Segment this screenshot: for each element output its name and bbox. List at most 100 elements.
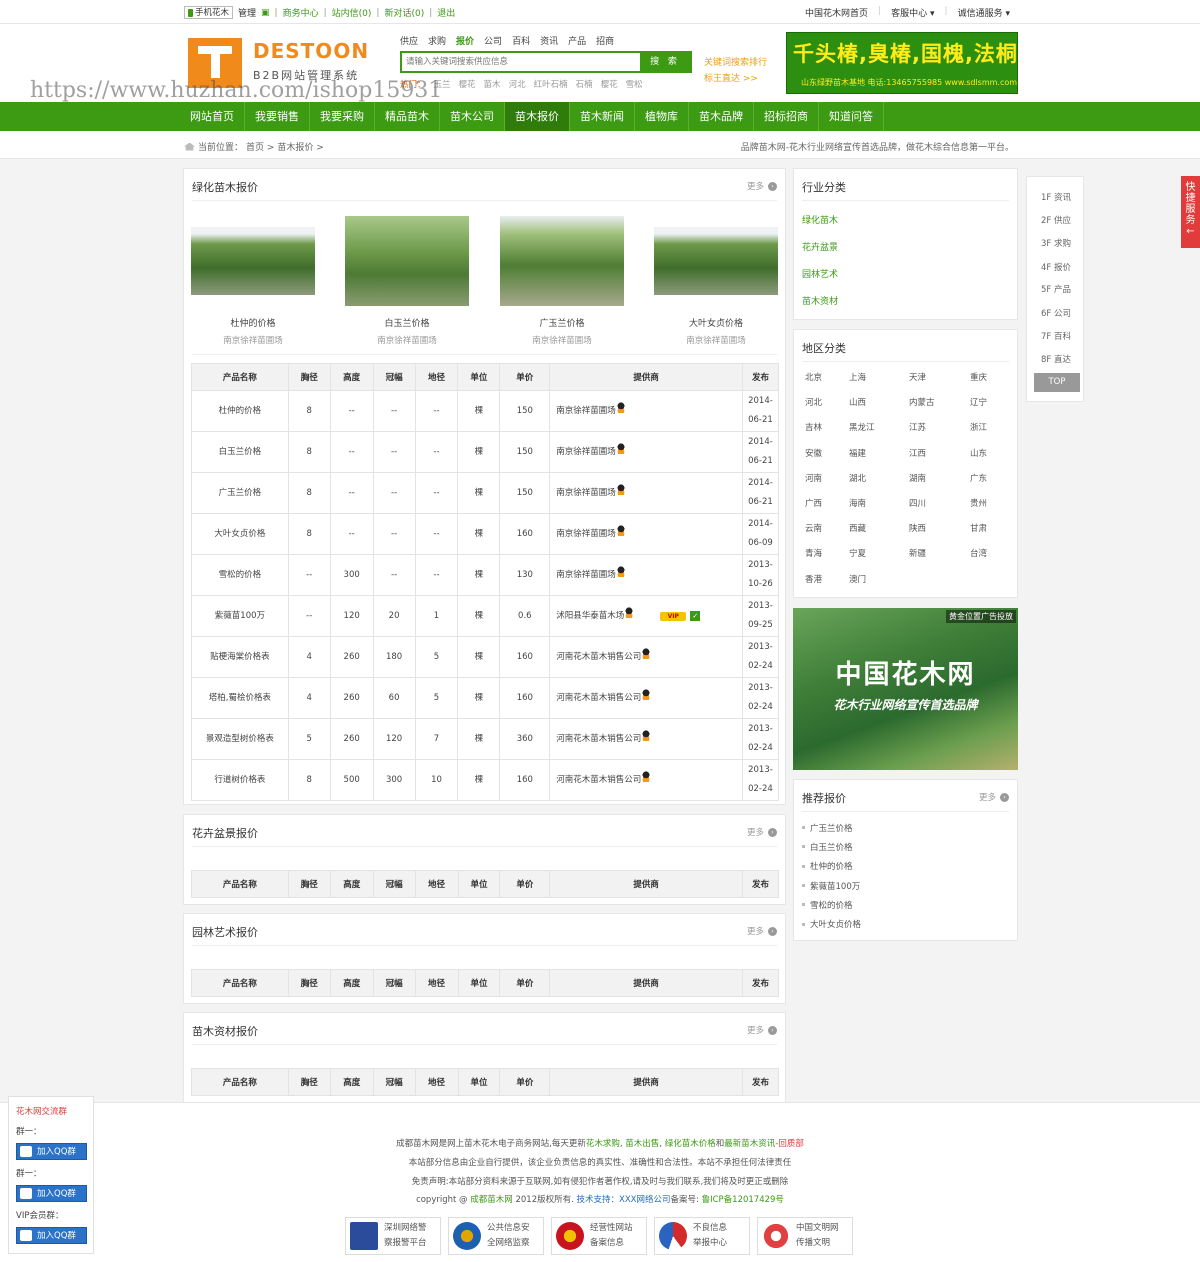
nav-item[interactable]: 苗木新闻 (570, 102, 635, 131)
search-button[interactable]: 搜 索 (640, 53, 690, 71)
region-link[interactable]: 河北 (805, 396, 822, 408)
search-tab[interactable]: 公司 (484, 34, 502, 47)
hot-keyword[interactable]: 河北 (509, 78, 526, 90)
supplier-cell[interactable]: 南京徐祥苗圃场 (549, 554, 743, 596)
region-link[interactable]: 天津 (909, 371, 926, 383)
home-link[interactable]: 中国花木网首页 (805, 6, 868, 19)
region-link[interactable]: 宁夏 (849, 547, 866, 559)
icp-badge[interactable]: 经营性网站 备案信息 (551, 1217, 647, 1255)
nav-item[interactable]: 我要采购 (310, 102, 375, 131)
supplier-link[interactable]: 南京徐祥苗圃场 (556, 488, 616, 498)
region-link[interactable]: 新疆 (909, 547, 926, 559)
more-link[interactable]: 更多 › (747, 180, 777, 192)
product-name-cell[interactable]: 杜仲的价格 (191, 390, 289, 432)
qq-chat-icon[interactable] (615, 565, 626, 577)
region-link[interactable]: 辽宁 (970, 396, 987, 408)
search-tab[interactable]: 资讯 (540, 34, 558, 47)
footer-link[interactable]: 绿化苗木价格 (665, 1139, 716, 1149)
search-tab[interactable]: 求购 (428, 34, 446, 47)
product-card[interactable]: 广玉兰价格 南京徐祥苗圃场 (500, 216, 624, 346)
supplier-link[interactable]: 南京徐祥苗圃场 (556, 406, 616, 416)
region-link[interactable]: 台湾 (970, 547, 987, 559)
supplier-cell[interactable]: 沭阳县华泰苗木场 VIP ✓ (549, 595, 743, 637)
floor-link[interactable]: 1F 资讯 (1041, 191, 1071, 203)
region-link[interactable]: 吉林 (805, 421, 822, 433)
nav-item[interactable]: 精品苗木 (375, 102, 440, 131)
region-link[interactable]: 西藏 (849, 522, 866, 534)
region-link[interactable]: 湖北 (849, 472, 866, 484)
back-to-top-button[interactable]: TOP (1034, 373, 1080, 392)
recommended-link[interactable]: 紫薇苗100万 (802, 876, 861, 895)
product-name-cell[interactable]: 景观造型树价格表 (191, 718, 289, 760)
supplier-cell[interactable]: 南京徐祥苗圃场 (549, 472, 743, 514)
region-link[interactable]: 江西 (909, 447, 926, 459)
floor-link[interactable]: 4F 报价 (1041, 261, 1071, 273)
nav-item[interactable]: 招标招商 (754, 102, 819, 131)
region-link[interactable]: 河南 (805, 472, 822, 484)
region-link[interactable]: 甘肃 (970, 522, 987, 534)
product-name-cell[interactable]: 雪松的价格 (191, 554, 289, 596)
product-card[interactable]: 白玉兰价格 南京徐祥苗圃场 (345, 216, 469, 346)
qq-chat-icon[interactable] (615, 401, 626, 413)
product-name-cell[interactable]: 行道树价格表 (191, 759, 289, 801)
qq-chat-icon[interactable] (615, 524, 626, 536)
product-name-cell[interactable]: 贴梗海棠价格表 (191, 636, 289, 678)
supplier-link[interactable]: 河南花木苗木销售公司 (556, 693, 641, 703)
search-tab[interactable]: 百科 (512, 34, 530, 47)
region-link[interactable]: 陕西 (909, 522, 926, 534)
region-link[interactable]: 北京 (805, 371, 822, 383)
floor-link[interactable]: 3F 求购 (1041, 237, 1071, 249)
qq-chat-icon[interactable] (641, 647, 652, 659)
search-tab[interactable]: 招商 (596, 34, 614, 47)
supplier-link[interactable]: 南京徐祥苗圃场 (556, 570, 616, 580)
region-link[interactable]: 山西 (849, 396, 866, 408)
category-link[interactable]: 园林艺术 (802, 267, 838, 294)
breadcrumb-current[interactable]: 苗木报价 > (277, 140, 323, 153)
qq-chat-icon[interactable] (624, 606, 635, 618)
region-link[interactable]: 安徽 (805, 447, 822, 459)
floor-link[interactable]: 2F 供应 (1041, 214, 1071, 226)
security-badge[interactable]: 公共信息安 全网络监察 (448, 1217, 544, 1255)
nav-item[interactable]: 植物库 (635, 102, 689, 131)
more-link[interactable]: 更多 › (747, 826, 777, 838)
footer-link[interactable]: 苗木出售 (625, 1139, 659, 1149)
region-link[interactable]: 澳门 (849, 573, 866, 585)
supplier-link[interactable]: 河南花木苗木销售公司 (556, 775, 641, 785)
region-link[interactable]: 广东 (970, 472, 987, 484)
floor-link[interactable]: 5F 产品 (1041, 283, 1071, 295)
product-name-cell[interactable]: 白玉兰价格 (191, 431, 289, 473)
hot-keyword[interactable]: 红叶石楠 (534, 78, 568, 90)
more-link[interactable]: 更多 › (747, 1024, 777, 1036)
more-link[interactable]: 更多 › (979, 791, 1009, 803)
region-link[interactable]: 福建 (849, 447, 866, 459)
product-name-cell[interactable]: 紫薇苗100万 (191, 595, 289, 637)
region-link[interactable]: 上海 (849, 371, 866, 383)
category-link[interactable]: 绿化苗木 (802, 213, 838, 240)
floor-link[interactable]: 6F 公司 (1041, 307, 1071, 319)
nav-item[interactable]: 苗木品牌 (689, 102, 754, 131)
product-card[interactable]: 杜仲的价格 南京徐祥苗圃场 (191, 216, 315, 346)
region-link[interactable]: 青海 (805, 547, 822, 559)
hot-keyword[interactable]: 雪松 (626, 78, 643, 90)
qq-chat-icon[interactable] (641, 729, 652, 741)
mobile-link[interactable]: 手机花木 (184, 6, 234, 19)
new-chat-link[interactable]: 新对话(0) (384, 6, 424, 19)
join-qq-button[interactable]: 加入QQ群 (16, 1143, 87, 1160)
search-tab[interactable]: 供应 (400, 34, 418, 47)
supplier-cell[interactable]: 河南花木苗木销售公司 (549, 677, 743, 719)
qq-chat-icon[interactable] (615, 442, 626, 454)
search-tab-active[interactable]: 报价 (456, 34, 474, 47)
region-link[interactable]: 贵州 (970, 497, 987, 509)
region-link[interactable]: 广西 (805, 497, 822, 509)
footer-link[interactable]: 最新苗木资讯 (724, 1139, 775, 1149)
supplier-cell[interactable]: 河南花木苗木销售公司 (549, 759, 743, 801)
footer-link[interactable]: 花木求购 (586, 1139, 620, 1149)
supplier-cell[interactable]: 南京徐祥苗圃场 (549, 513, 743, 555)
floor-link[interactable]: 7F 百科 (1041, 330, 1071, 342)
hot-keyword[interactable]: 樱花 (601, 78, 618, 90)
top-banner-ad[interactable]: 千头椿,臭椿,国槐,法桐 山东绿野苗木基地 电话:13465755985 www… (786, 32, 1018, 94)
keyword-rank-link[interactable]: 关键词搜索排行 (704, 55, 767, 71)
region-link[interactable]: 重庆 (970, 371, 987, 383)
messages-link[interactable]: 站内信(0) (332, 6, 372, 19)
search-tab[interactable]: 产品 (568, 34, 586, 47)
